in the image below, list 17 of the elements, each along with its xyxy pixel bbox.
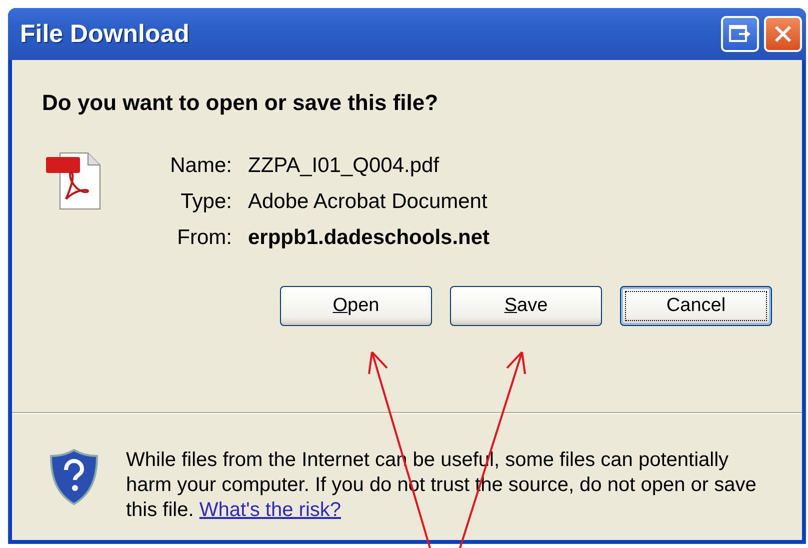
- window-title: File Download: [20, 20, 190, 48]
- prompt-text: Do you want to open or save this file?: [41, 89, 440, 117]
- close-icon: [773, 24, 793, 44]
- dialog-button[interactable]: Cancel: [620, 286, 772, 326]
- dialog-button[interactable]: Save: [450, 286, 602, 326]
- dialog-button[interactable]: Open: [280, 286, 432, 326]
- field-label: Name:: [169, 154, 232, 178]
- field-value: ZZPA_I01_Q004.pdf: [248, 154, 440, 178]
- close-button[interactable]: [764, 16, 802, 52]
- window-arrow-icon: [729, 24, 751, 44]
- field-value: Adobe Acrobat Document: [248, 190, 488, 214]
- shield-question-icon: [48, 448, 100, 506]
- risk-link[interactable]: What's the risk?: [199, 499, 342, 521]
- restore-button[interactable]: [721, 16, 759, 52]
- field-value: erppb1.dadeschools.net: [248, 226, 490, 250]
- field-label: From:: [176, 226, 232, 250]
- field-label: Type:: [180, 190, 232, 214]
